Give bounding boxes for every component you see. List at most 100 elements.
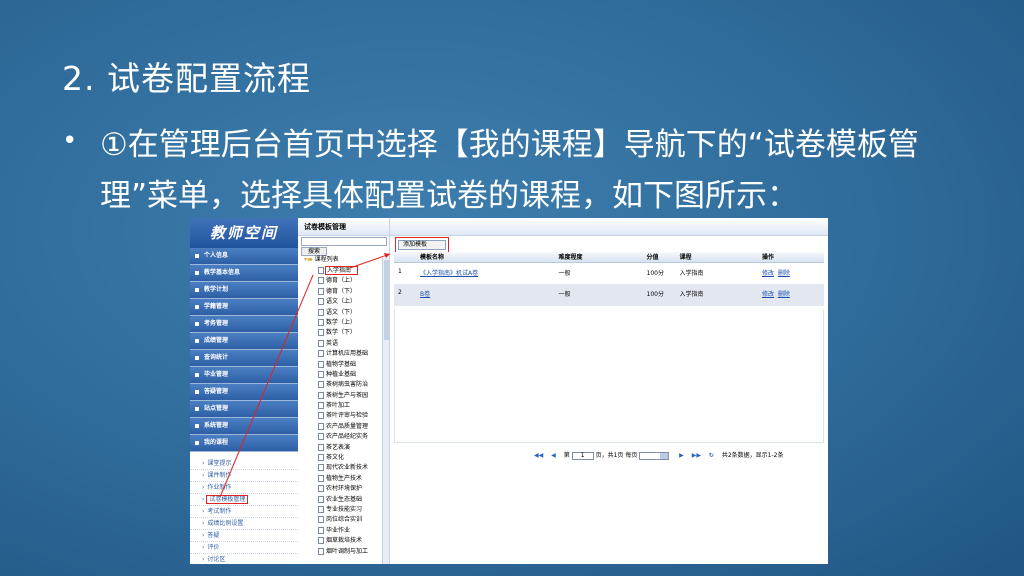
course-tree-panel: 试卷模板管理 搜索 ▾▬ 课程列表 入学指南 德育（上） 德育（下） 语文（上） 语文（…: [298, 218, 390, 564]
document-icon: [318, 308, 324, 316]
course-item[interactable]: 数学（上）: [318, 318, 368, 328]
sidebar-item[interactable]: 答疑管理: [190, 384, 298, 401]
last-page-button[interactable]: ▶▶: [692, 452, 701, 459]
submenu-item-label: 成绩比例设置: [207, 520, 244, 527]
document-icon: [318, 381, 324, 389]
app-logo: 教师空间: [190, 218, 298, 248]
sidebar-item[interactable]: 个人信息: [190, 248, 298, 265]
course-item[interactable]: 茶树病虫害防治: [318, 380, 368, 390]
submenu-item[interactable]: › 评价: [190, 542, 298, 554]
course-item[interactable]: 农业生态基础: [318, 495, 368, 505]
template-name-link[interactable]: B卷: [415, 284, 555, 306]
bullet-square-icon: [195, 321, 199, 326]
course-item-label: 农产品经纪实务: [326, 433, 369, 441]
sidebar-item[interactable]: 教学基本信息: [190, 265, 298, 282]
course-item-label: 毕业作业: [326, 526, 351, 534]
document-icon: [318, 495, 324, 503]
course-item[interactable]: 种植业基础: [318, 370, 368, 380]
column-header: 分值: [642, 252, 676, 263]
first-page-button[interactable]: ◀◀: [534, 452, 543, 459]
course-item-label: 茶文化: [326, 454, 345, 462]
sidebar-item[interactable]: 毕业管理: [190, 367, 298, 384]
sidebar-item[interactable]: 教学计划: [190, 282, 298, 299]
document-icon: [318, 485, 324, 493]
course-item[interactable]: 岗位综合实训: [318, 515, 368, 525]
course-item[interactable]: 茶艺表演: [318, 443, 368, 453]
refresh-icon[interactable]: ↻: [709, 452, 714, 459]
sidebar-item[interactable]: 系统管理: [190, 418, 298, 435]
sidebar-item-label: 成绩管理: [204, 337, 229, 344]
course-item-label: 植物学基础: [326, 360, 357, 368]
template-name-link[interactable]: 《入学指南》机试A卷: [416, 262, 555, 284]
course-item[interactable]: 农村环境保护: [318, 484, 368, 494]
column-header: 模板名称: [415, 252, 555, 263]
scroll-thumb[interactable]: [384, 260, 389, 340]
course-item[interactable]: 茶树生产与茶园: [318, 391, 368, 401]
course-item-label: 茶叶加工: [326, 402, 351, 410]
search-input[interactable]: [301, 237, 387, 246]
course-item[interactable]: 入学指南: [318, 266, 368, 276]
edit-link[interactable]: 修改: [762, 270, 774, 277]
next-page-button[interactable]: ▶: [679, 452, 684, 459]
search-button[interactable]: 搜索: [301, 247, 327, 256]
course-item[interactable]: 语文（上）: [318, 297, 368, 307]
course-item[interactable]: 德育（下）: [318, 287, 368, 297]
prev-page-button[interactable]: ◀: [551, 452, 556, 459]
submenu-item[interactable]: › 答疑: [190, 530, 298, 542]
add-template-button[interactable]: 添加模板: [395, 237, 449, 253]
course-item[interactable]: 茶叶评审与检验: [318, 411, 368, 421]
submenu-item[interactable]: › 考试制作: [190, 506, 298, 518]
delete-link[interactable]: 删除: [778, 270, 790, 277]
bullet-square-icon: [195, 287, 199, 292]
course-item-label: 茶树病虫害防治: [326, 381, 369, 389]
column-header: [394, 252, 416, 263]
per-page-select[interactable]: [639, 451, 670, 460]
sidebar-menu: 个人信息教学基本信息教学计划 学籍管理 考务管理成绩管理查询统计 毕业管理 答疑管理 站点…: [190, 248, 298, 452]
row-number: 1: [398, 267, 402, 275]
course-item[interactable]: 专业技能实习: [318, 505, 368, 515]
course-item[interactable]: 茶文化: [318, 453, 368, 463]
submenu-item[interactable]: › 作业制作: [190, 482, 298, 494]
course-item-label: 烟草栽培技术: [326, 537, 363, 545]
course-item[interactable]: 英语: [318, 339, 368, 349]
tree-root[interactable]: ▾▬ 课程列表: [304, 256, 339, 264]
course-item[interactable]: 烟叶调制与加工: [318, 547, 368, 557]
dot-icon: ›: [202, 472, 205, 479]
document-icon: [318, 391, 324, 399]
submenu-item[interactable]: › 课堂提示: [190, 458, 298, 470]
sidebar-item[interactable]: 查询统计: [190, 350, 298, 367]
course-item[interactable]: 德育（上）: [318, 276, 368, 286]
course-item[interactable]: 数学（下）: [318, 328, 368, 338]
course-item[interactable]: 植物生产技术: [318, 474, 368, 484]
edit-link[interactable]: 修改: [762, 291, 774, 298]
course-item-label: 入学指南: [324, 266, 359, 275]
course-item[interactable]: 毕业作业: [318, 526, 368, 536]
course-item[interactable]: 现代农业新技术: [318, 463, 368, 473]
course-item[interactable]: 语文（下）: [318, 308, 368, 318]
sidebar-item[interactable]: 我的课程: [190, 435, 298, 452]
page-input[interactable]: 1: [571, 451, 594, 460]
sidebar-item-label: 个人信息: [204, 252, 229, 259]
sidebar-item[interactable]: 站点管理: [190, 401, 298, 418]
submenu-item-label: 课堂提示: [207, 460, 232, 467]
submenu-item[interactable]: › 课件制作: [190, 470, 298, 482]
course-item[interactable]: 计算机应用基础: [318, 349, 368, 359]
template-panel: 添加模板 模板名称 难度程度 分值 课程 操作 1 《入学指南》机试A卷 一般 100分 入学指…: [390, 218, 828, 564]
submenu-item[interactable]: › 成绩比例设置: [190, 518, 298, 530]
sidebar-item-label: 教学基本信息: [204, 269, 241, 276]
sidebar-item[interactable]: 学籍管理: [190, 299, 298, 316]
delete-link[interactable]: 删除: [778, 291, 790, 298]
course-item-label: 茶叶评审与检验: [326, 412, 369, 420]
bullet-square-icon: [195, 355, 199, 360]
course-item[interactable]: 农产品经纪实务: [318, 432, 368, 442]
sidebar-item[interactable]: 考务管理: [190, 316, 298, 333]
submenu-item[interactable]: › 试卷模板管理: [190, 494, 298, 506]
tree-scrollbar[interactable]: [382, 258, 389, 564]
course-item[interactable]: 植物学基础: [318, 360, 368, 370]
course-item[interactable]: 农产品质量管理: [318, 422, 368, 432]
course-item[interactable]: 烟草栽培技术: [318, 536, 368, 546]
course-item[interactable]: 茶叶加工: [318, 401, 368, 411]
dot-icon: ›: [202, 496, 205, 503]
submenu-item[interactable]: › 讨论区: [190, 554, 298, 564]
sidebar-item[interactable]: 成绩管理: [190, 333, 298, 350]
